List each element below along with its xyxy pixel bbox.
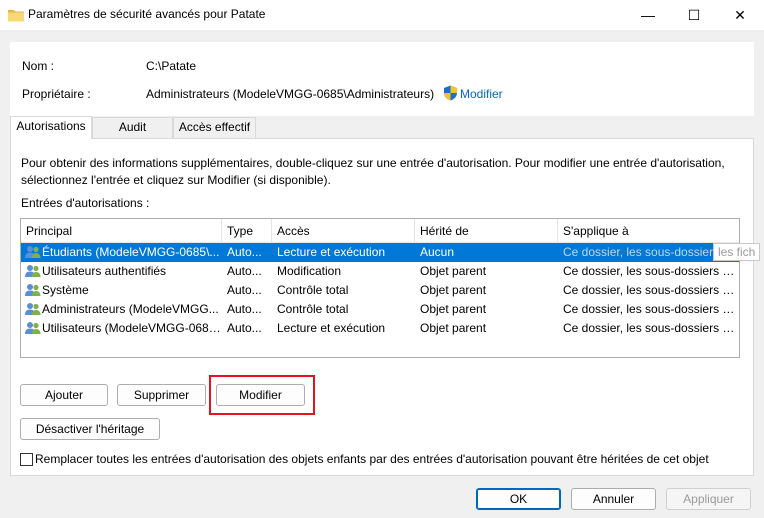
entries-label: Entrées d'autorisations : <box>21 196 150 210</box>
cell-acces: Lecture et exécution <box>277 245 386 259</box>
table-row[interactable]: Utilisateurs authentifiés Auto... Modifi… <box>21 262 739 281</box>
cell-acces: Lecture et exécution <box>277 321 386 335</box>
cancel-button[interactable]: Annuler <box>571 488 656 510</box>
replace-child-permissions-checkbox[interactable] <box>20 453 33 466</box>
cell-applique: Ce dossier, les sous-dossiers et... <box>563 302 739 316</box>
permission-entries-list[interactable]: Principal Type Accès Hérité de S'appliqu… <box>20 218 740 358</box>
cell-herite: Objet parent <box>420 302 487 316</box>
cell-herite: Objet parent <box>420 264 487 278</box>
remove-entry-button[interactable]: Supprimer <box>117 384 206 406</box>
cell-herite: Objet parent <box>420 283 487 297</box>
column-header-herite[interactable]: Hérité de <box>415 219 558 243</box>
table-row[interactable]: Système Auto... Contrôle total Objet par… <box>21 281 739 300</box>
add-entry-button[interactable]: Ajouter <box>20 384 108 406</box>
owner-label: Propriétaire : <box>22 87 91 101</box>
cell-type: Auto... <box>227 302 262 316</box>
cell-applique: Ce dossier, les sous-dossiers et... <box>563 264 739 278</box>
minimize-button[interactable]: — <box>625 0 671 30</box>
window-title: Paramètres de sécurité avancés pour Pata… <box>28 7 266 21</box>
cell-type: Auto... <box>227 321 262 335</box>
cell-type: Auto... <box>227 264 262 278</box>
cell-acces: Contrôle total <box>277 302 349 316</box>
title-bar: Paramètres de sécurité avancés pour Pata… <box>0 0 764 30</box>
instructions-text: Pour obtenir des informations supplément… <box>21 156 725 187</box>
cell-principal: Utilisateurs (ModeleVMGG-0685... <box>42 321 222 335</box>
name-label: Nom : <box>22 59 55 73</box>
table-row[interactable]: Utilisateurs (ModeleVMGG-0685... Auto...… <box>21 319 739 338</box>
column-header-type[interactable]: Type <box>222 219 272 243</box>
cell-applique: Ce dossier, les sous-dossiers et... <box>563 283 739 297</box>
table-row[interactable]: Administrateurs (ModeleVMGG... Auto... C… <box>21 300 739 319</box>
list-header: Principal Type Accès Hérité de S'appliqu… <box>21 219 739 243</box>
close-button[interactable]: ✕ <box>717 0 763 30</box>
cell-acces: Contrôle total <box>277 283 349 297</box>
column-header-principal[interactable]: Principal <box>21 219 222 243</box>
tab-autorisations[interactable]: Autorisations <box>10 116 92 139</box>
object-info: Nom : C:\Patate Propriétaire : Administr… <box>10 42 754 116</box>
column-header-acces[interactable]: Accès <box>272 219 415 243</box>
column-header-applique[interactable]: S'applique à <box>558 219 739 243</box>
cell-principal: Administrateurs (ModeleVMGG... <box>42 302 219 316</box>
change-owner-link[interactable]: Modifier <box>460 87 503 101</box>
cell-principal: Utilisateurs authentifiés <box>42 264 167 278</box>
cell-principal: Étudiants (ModeleVMGG-0685\... <box>42 245 220 259</box>
edit-entry-button[interactable]: Modifier <box>216 384 305 406</box>
apply-button[interactable]: Appliquer <box>666 488 751 510</box>
tab-audit[interactable]: Audit <box>92 117 173 138</box>
cell-type: Auto... <box>227 245 262 259</box>
cell-principal: Système <box>42 283 89 297</box>
cell-type: Auto... <box>227 283 262 297</box>
cell-herite: Aucun <box>420 245 455 259</box>
folder-icon <box>8 8 24 25</box>
cell-applique: Ce dossier, les sous-dossiers et... <box>563 321 739 335</box>
ok-button[interactable]: OK <box>476 488 561 510</box>
applies-to-tooltip: les fich <box>713 243 761 261</box>
tab-acces-effectif[interactable]: Accès effectif <box>173 117 256 138</box>
replace-child-permissions-label[interactable]: Remplacer toutes les entrées d'autorisat… <box>35 452 709 466</box>
owner-value: Administrateurs (ModeleVMGG-0685\Adminis… <box>146 87 435 101</box>
disable-inheritance-button[interactable]: Désactiver l'héritage <box>20 418 160 440</box>
maximize-button[interactable]: ☐ <box>671 0 717 30</box>
cell-acces: Modification <box>277 264 342 278</box>
cell-herite: Objet parent <box>420 321 487 335</box>
uac-shield-icon <box>443 85 458 104</box>
name-value: C:\Patate <box>146 59 197 73</box>
table-row[interactable]: Étudiants (ModeleVMGG-0685\... Auto... L… <box>21 243 739 262</box>
